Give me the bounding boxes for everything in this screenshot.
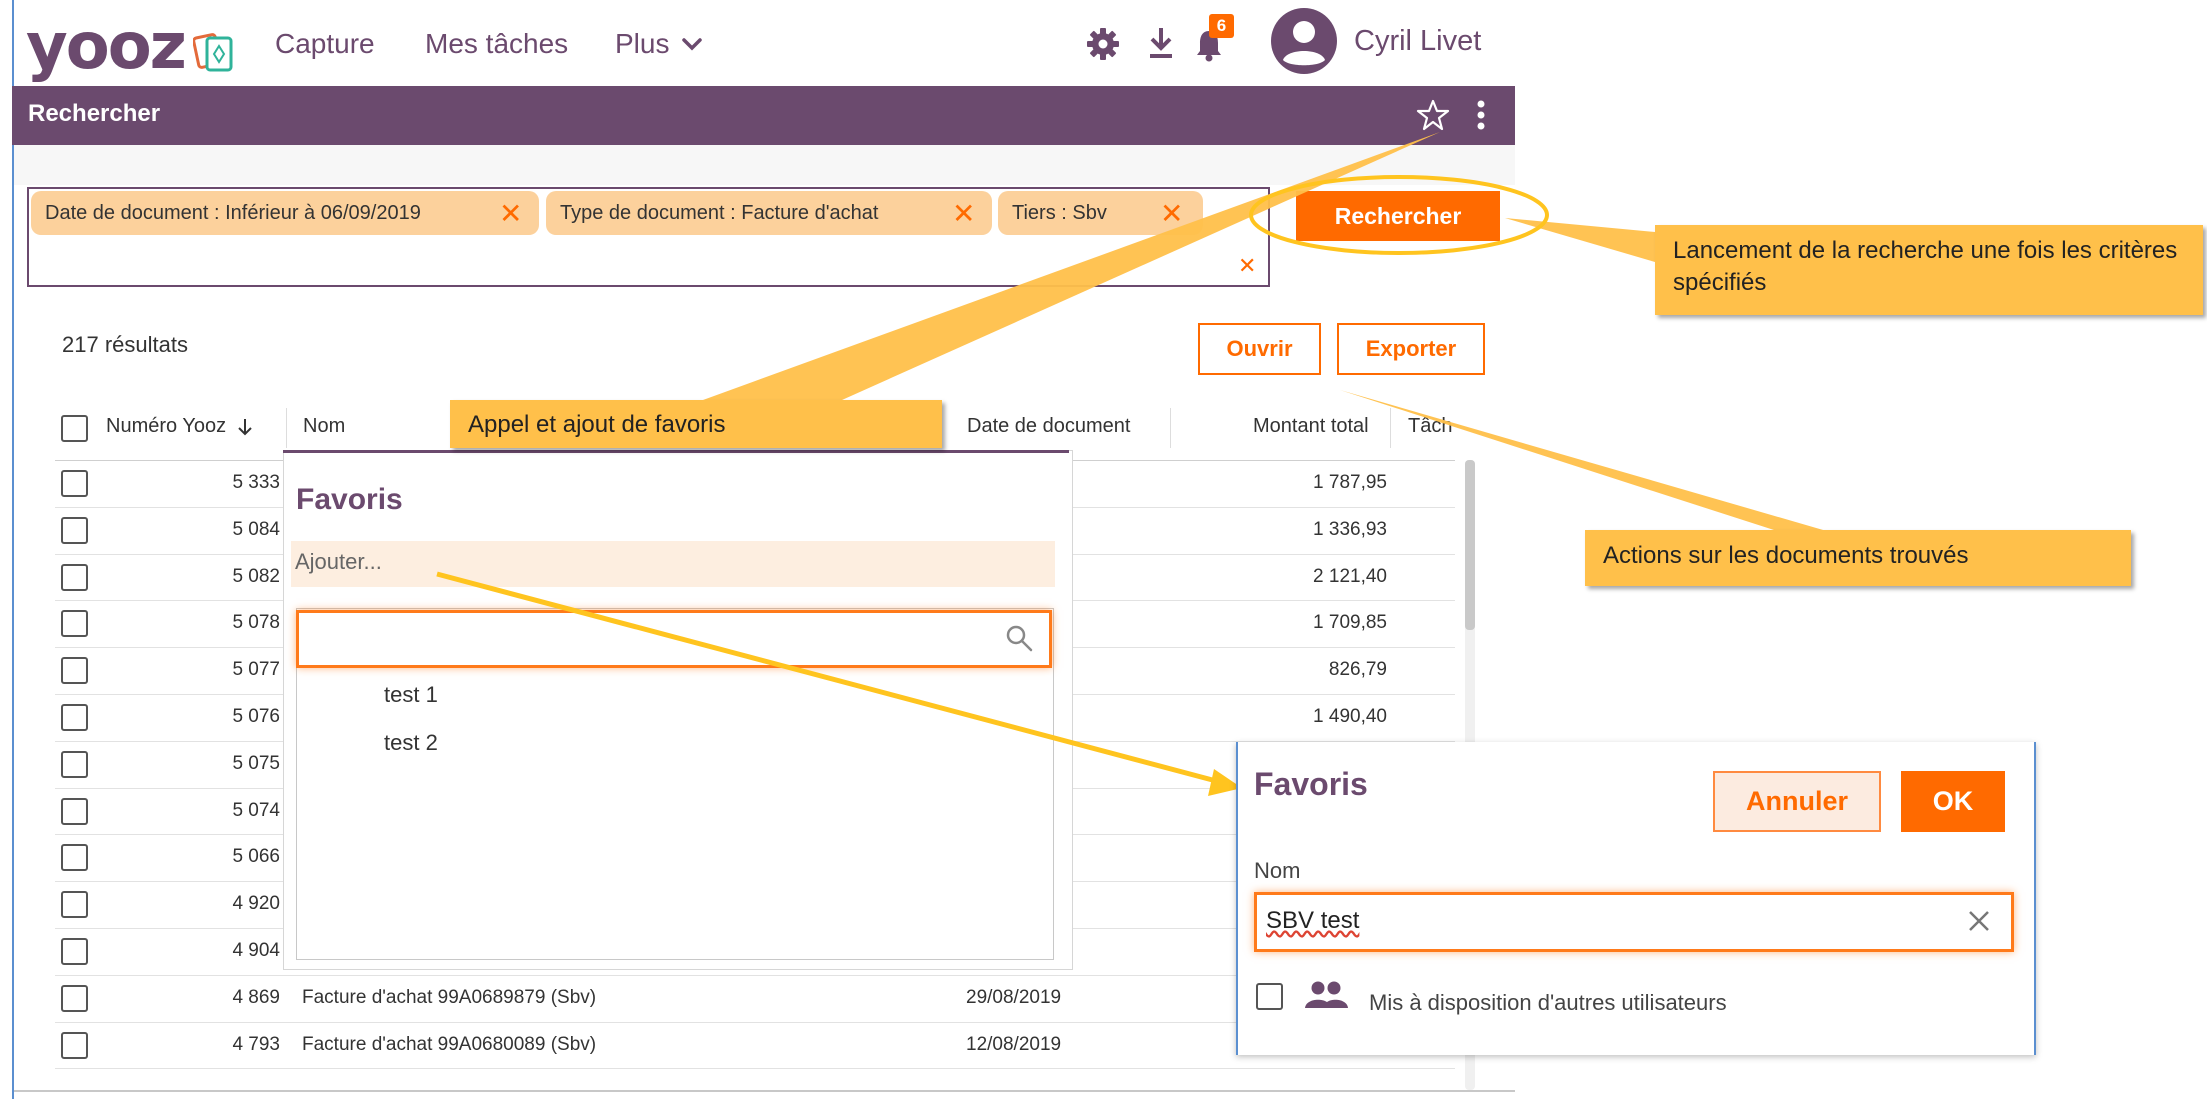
- annotation-arrow-line: [436, 571, 1221, 785]
- callout-favoris: Appel et ajout de favoris: [450, 400, 942, 448]
- callout-pointer-actions: [1340, 390, 1830, 532]
- cancel-button[interactable]: Annuler: [1713, 771, 1881, 832]
- highlight-ellipse: [1249, 175, 1549, 255]
- ok-button[interactable]: OK: [1901, 771, 2005, 832]
- favoris-name-input[interactable]: [1254, 892, 2014, 952]
- users-group-icon: [1305, 981, 1348, 1008]
- share-label: Mis à disposition d'autres utilisateurs: [1369, 990, 1727, 1015]
- bottom-divider: [14, 1090, 1515, 1092]
- favoris-name-value: SBV test: [1266, 907, 1360, 934]
- clear-input-icon[interactable]: [1966, 908, 1992, 934]
- callout-pointer-favoris: [703, 132, 1440, 400]
- share-checkbox[interactable]: [1256, 983, 1283, 1010]
- callout-search-launch: Lancement de la recherche une fois les c…: [1655, 225, 2203, 315]
- callout-pointer-search: [1505, 218, 1655, 262]
- name-field-label: Nom: [1254, 858, 1301, 883]
- favoris-dialog-title: Favoris: [1254, 766, 1368, 802]
- callout-actions: Actions sur les documents trouvés: [1585, 530, 2131, 586]
